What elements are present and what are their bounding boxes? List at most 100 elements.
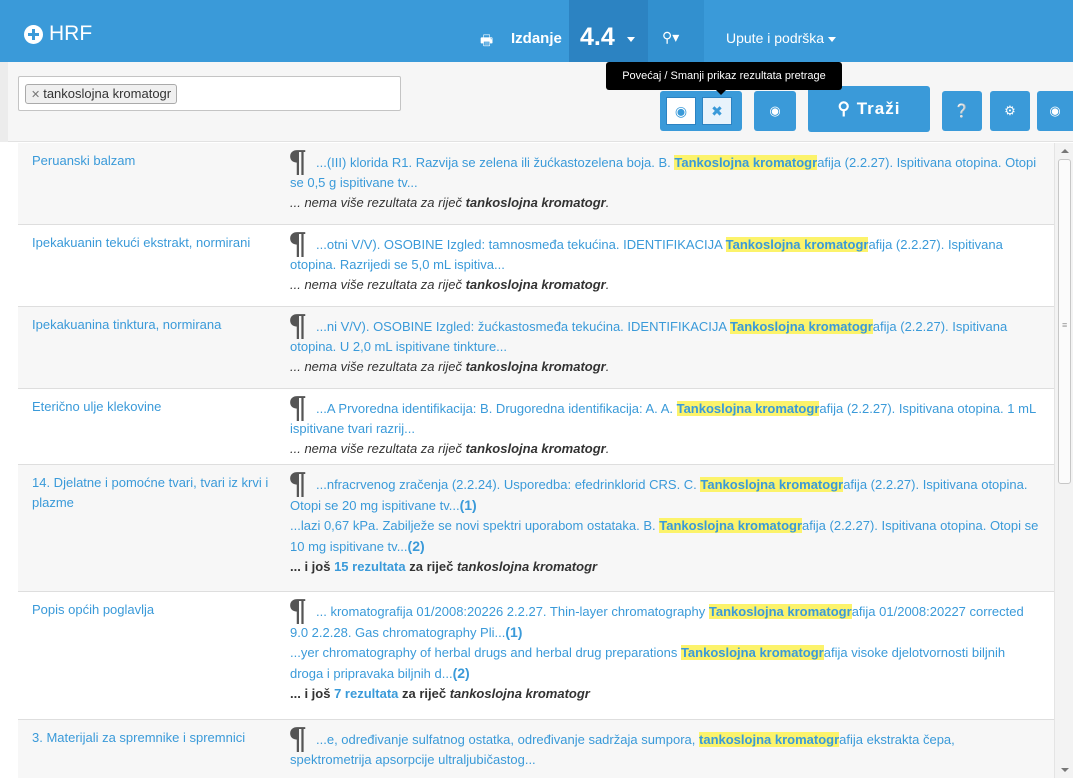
- snippet-text: ...(III) klorida R1. Razvija se zelena i…: [316, 155, 675, 170]
- result-row: 14. Djelatne i pomoćne tvari, tvari iz k…: [18, 465, 1054, 592]
- result-snippet[interactable]: ...e, određivanje sulfatnog ostatka, odr…: [290, 730, 1040, 770]
- no-more-results-footer: ... nema više rezultata za riječ tankosl…: [290, 193, 1040, 213]
- more-results-link[interactable]: 15 rezultata: [334, 559, 406, 574]
- footer-text: .: [605, 359, 610, 374]
- footer-term: tankoslojna kromatogr: [465, 277, 606, 292]
- result-snippet[interactable]: ... kromatografija 01/2008:20226 2.2.27.…: [290, 602, 1040, 643]
- result-title-link[interactable]: 14. Djelatne i pomoćne tvari, tvari iz k…: [32, 473, 282, 513]
- result-snippets: ...(III) klorida R1. Razvija se zelena i…: [290, 153, 1040, 213]
- result-snippet[interactable]: ...(III) klorida R1. Razvija se zelena i…: [290, 153, 1040, 193]
- result-title-link[interactable]: Eterično ulje klekovine: [32, 397, 282, 417]
- footer-text: ... nema više rezultata za riječ: [290, 359, 466, 374]
- result-row: Ipekakuanina tinktura, normirana ¶ ...ni V…: [18, 307, 1054, 389]
- result-snippets: ...e, određivanje sulfatnog ostatka, odr…: [290, 730, 1040, 770]
- result-snippet[interactable]: ...lazi 0,67 kPa. Zabilježe se novi spek…: [290, 516, 1040, 557]
- circle-icon[interactable]: ◉: [1037, 91, 1073, 131]
- scroll-up-icon[interactable]: [1061, 149, 1069, 153]
- result-row: Popis općih poglavlja ¶... kromatografija…: [18, 592, 1054, 720]
- remove-tag-icon[interactable]: ✕: [31, 89, 40, 101]
- brand-link[interactable]: HRF: [24, 22, 92, 46]
- support-label: Upute i podrška: [726, 30, 825, 46]
- edition-label: Izdanje: [511, 30, 562, 47]
- result-snippet[interactable]: ...ni V/V). OSOBINE Izgled: žućkastosmeđ…: [290, 317, 1040, 357]
- snippet-highlight: Tankoslojna kromatogr: [674, 155, 818, 170]
- footer-text: ... i još: [290, 686, 335, 701]
- search-tag-label: tankoslojna kromatogr: [43, 86, 172, 101]
- snippet-highlight: Tankoslojna kromatogr: [729, 319, 873, 334]
- chevron-down-icon: [827, 36, 836, 42]
- footer-text: za riječ: [398, 686, 450, 701]
- more-results-link[interactable]: 7 rezultata: [334, 686, 398, 701]
- search-icon: ⚲▾: [662, 29, 680, 45]
- snippet-ref-link[interactable]: (2): [408, 538, 425, 554]
- scroll-thumb[interactable]: ≡: [1058, 159, 1071, 484]
- result-snippets: ...otni V/V). OSOBINE Izgled: tamnosmeđa…: [290, 235, 1040, 295]
- more-results-footer: ... i još 15 rezultata za riječ tankoslo…: [290, 557, 1040, 577]
- footer-text: .: [605, 195, 610, 210]
- result-title-link[interactable]: Ipekakuanina tinktura, normirana: [32, 315, 282, 335]
- search-button[interactable]: ⚲ Traži: [808, 86, 930, 132]
- search-button-label: Traži: [856, 99, 901, 118]
- search-bar-area: ✕ tankoslojna kromatogr Povećaj / Smanji …: [0, 62, 1073, 142]
- snippet-text: ...yer chromatography of herbal drugs an…: [290, 645, 681, 660]
- result-title-link[interactable]: Ipekakuanin tekući ekstrakt, normirani: [32, 233, 282, 253]
- snippet-text: ...nfracrvenog zračenja (2.2.24). Uspore…: [316, 477, 701, 492]
- scrollbar[interactable]: ≡: [1054, 143, 1073, 778]
- view-toggle-group: ◉ ✖: [660, 91, 742, 131]
- result-row: Eterično ulje klekovine ¶ ...A Prvoredna i…: [18, 389, 1054, 465]
- footer-term: tankoslojna kromatogr: [465, 441, 606, 456]
- footer-term: tankoslojna kromatogr: [465, 195, 606, 210]
- gear-icon[interactable]: ⚙: [990, 91, 1030, 131]
- result-snippets: ...nfracrvenog zračenja (2.2.24). Uspore…: [290, 475, 1040, 577]
- left-edge: [0, 62, 8, 142]
- eye-icon[interactable]: ◉: [666, 97, 696, 125]
- no-more-results-footer: ... nema više rezultata za riječ tankosl…: [290, 439, 1040, 459]
- support-menu[interactable]: Upute i podrška: [726, 30, 836, 46]
- edition-dropdown[interactable]: 4.4: [569, 0, 649, 62]
- no-more-results-footer: ... nema više rezultata za riječ tankosl…: [290, 357, 1040, 377]
- result-title-link[interactable]: Peruanski balzam: [32, 151, 282, 171]
- snippet-ref-link[interactable]: (1): [460, 497, 477, 513]
- snippet-text: ...lazi 0,67 kPa. Zabilježe se novi spek…: [290, 518, 660, 533]
- help-icon[interactable]: ❔: [942, 91, 982, 131]
- chevron-down-icon: [627, 37, 635, 42]
- result-snippets: ...A Prvoredna identifikacija: B. Drugor…: [290, 399, 1040, 459]
- result-snippet[interactable]: ...otni V/V). OSOBINE Izgled: tamnosmeđa…: [290, 235, 1040, 275]
- search-tag[interactable]: ✕ tankoslojna kromatogr: [25, 84, 178, 104]
- result-row: Peruanski balzam ¶ ...(III) klorida R1. Ra…: [18, 143, 1054, 225]
- results-list: Peruanski balzam ¶ ...(III) klorida R1. Ra…: [18, 143, 1054, 778]
- snippet-ref-link[interactable]: (1): [505, 624, 522, 640]
- snippet-highlight: Tankoslojna kromatogr: [680, 645, 824, 660]
- more-results-footer: ... i još 7 rezultata za riječ tankosloj…: [290, 684, 1040, 704]
- result-title-link[interactable]: 3. Materijali za spremnike i spremnici: [32, 728, 282, 748]
- snippet-text: ...ni V/V). OSOBINE Izgled: žućkastosmeđ…: [316, 319, 730, 334]
- eye-icon[interactable]: ◉: [754, 91, 796, 131]
- snippet-text: ...e, određivanje sulfatnog ostatka, odr…: [316, 732, 700, 747]
- logo-icon: [24, 24, 43, 44]
- search-options-dropdown[interactable]: ⚲▾: [648, 0, 704, 62]
- footer-text: ... i još: [290, 559, 335, 574]
- footer-text: .: [605, 277, 610, 292]
- scroll-down-icon[interactable]: [1061, 768, 1069, 772]
- footer-text: ... nema više rezultata za riječ: [290, 277, 466, 292]
- snippet-highlight: Tankoslojna kromatogr: [700, 477, 844, 492]
- result-snippets: ... kromatografija 01/2008:20226 2.2.27.…: [290, 602, 1040, 704]
- result-snippet[interactable]: ...yer chromatography of herbal drugs an…: [290, 643, 1040, 684]
- snippet-text: ... kromatografija 01/2008:20226 2.2.27.…: [316, 604, 709, 619]
- search-input[interactable]: ✕ tankoslojna kromatogr: [18, 76, 401, 111]
- snippet-ref-link[interactable]: (2): [453, 665, 470, 681]
- snippet-highlight: Tankoslojna kromatogr: [725, 237, 869, 252]
- result-title-link[interactable]: Popis općih poglavlja: [32, 600, 282, 620]
- edition-value: 4.4: [580, 23, 615, 51]
- expand-icon[interactable]: ✖: [702, 97, 732, 125]
- top-navbar: HRF 🖶 Izdanje 4.4 ⚲▾ Upute i podrška: [0, 0, 1073, 62]
- result-row: Ipekakuanin tekući ekstrakt, normirani ¶.…: [18, 225, 1054, 307]
- footer-text: ... nema više rezultata za riječ: [290, 441, 466, 456]
- footer-text: za riječ: [405, 559, 457, 574]
- print-icon[interactable]: 🖶: [480, 30, 493, 54]
- result-snippet[interactable]: ...A Prvoredna identifikacija: B. Drugor…: [290, 399, 1040, 439]
- snippet-highlight: tankoslojna kromatogr: [699, 732, 840, 747]
- footer-text: ... nema više rezultata za riječ: [290, 195, 466, 210]
- result-row: 3. Materijali za spremnike i spremnici ¶.…: [18, 720, 1054, 778]
- result-snippet[interactable]: ...nfracrvenog zračenja (2.2.24). Uspore…: [290, 475, 1040, 516]
